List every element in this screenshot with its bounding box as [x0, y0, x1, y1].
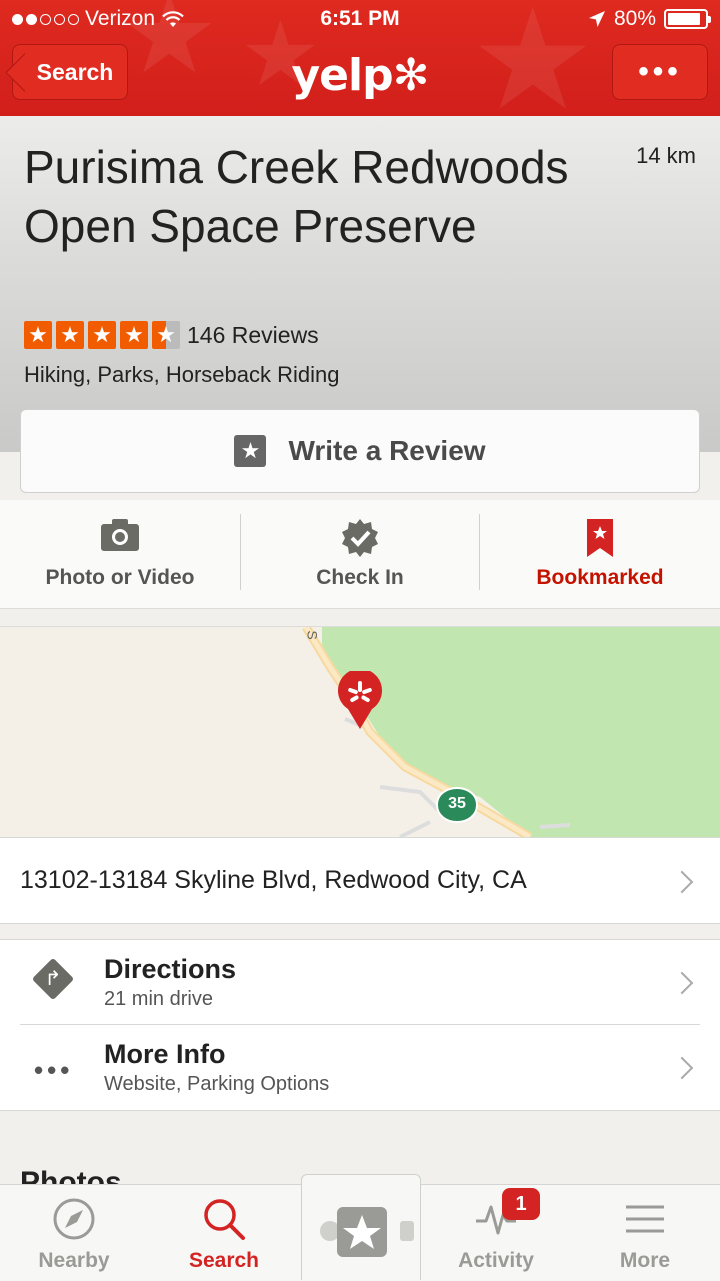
- address-row[interactable]: 13102-13184 Skyline Blvd, Redwood City, …: [0, 837, 720, 924]
- location-arrow-icon: [588, 11, 605, 27]
- logo-text: yelp: [291, 50, 394, 101]
- route-number: 35: [448, 795, 466, 812]
- top-bar: ★ ★ ★ Verizon 6:51 PM 80% Search yelp✻ •…: [0, 0, 720, 116]
- chevron-right-icon: [670, 870, 694, 894]
- map-pin-icon[interactable]: [336, 671, 384, 731]
- tab-more-label: More: [619, 1249, 671, 1272]
- star-icon: ★: [234, 435, 267, 467]
- directions-subtitle: 21 min drive: [104, 988, 213, 1010]
- tab-search[interactable]: Search: [152, 1185, 296, 1281]
- star-rating: ★ ★ ★ ★ ★: [24, 321, 180, 349]
- status-right: 80%: [588, 7, 711, 31]
- search-icon: [204, 1199, 245, 1240]
- yelp-burst-icon: ✻: [392, 50, 430, 101]
- menu-icon: [626, 1205, 664, 1233]
- check-in-label: Check In: [316, 566, 404, 589]
- directions-title: Directions: [104, 954, 237, 984]
- directions-row[interactable]: ↱ Directions 21 min drive: [0, 940, 720, 1025]
- bookmark-button[interactable]: Bookmarked: [480, 500, 720, 608]
- tab-nearby-label: Nearby: [38, 1249, 110, 1272]
- business-name: Purisima Creek Redwoods Open Space Prese…: [24, 141, 569, 252]
- activity-badge: 1: [502, 1188, 540, 1220]
- categories: Hiking, Parks, Horseback Riding: [24, 362, 340, 387]
- tab-activity[interactable]: Activity: [424, 1185, 568, 1281]
- more-dots-icon: •••: [34, 1055, 74, 1085]
- more-info-subtitle: Website, Parking Options: [104, 1073, 330, 1095]
- compass-icon: [53, 1198, 95, 1240]
- route-shield-icon: 35: [435, 786, 479, 824]
- distance: 14 km: [636, 143, 696, 168]
- tab-nearby[interactable]: Nearby: [2, 1185, 146, 1281]
- review-count[interactable]: 146 Reviews: [187, 322, 319, 349]
- chevron-right-icon: [670, 1056, 694, 1080]
- info-section: ↱ Directions 21 min drive ••• More Info …: [0, 939, 720, 1111]
- star-icon: ★: [56, 321, 84, 349]
- bookmark-icon: [587, 519, 613, 557]
- star-icon: ★: [88, 321, 116, 349]
- more-options-label: •••: [638, 55, 682, 88]
- more-options-button[interactable]: •••: [612, 44, 708, 100]
- check-badge-icon: [342, 519, 378, 557]
- road-label: S: [304, 630, 321, 640]
- bookmark-label: Bookmarked: [536, 566, 664, 589]
- action-row: Photo or Video Check In Bookmarked: [0, 500, 720, 609]
- photo-video-button[interactable]: Photo or Video: [0, 500, 240, 608]
- star-icon: ★: [24, 321, 52, 349]
- map-graphic: [0, 627, 720, 837]
- battery-percent: 80%: [613, 7, 656, 30]
- more-info-title: More Info: [104, 1039, 226, 1069]
- check-in-button[interactable]: Check In: [240, 500, 480, 608]
- photo-video-label: Photo or Video: [45, 566, 195, 589]
- add-review-icon: [320, 1207, 414, 1257]
- address-text: 13102-13184 Skyline Blvd, Redwood City, …: [20, 866, 527, 894]
- battery-icon: [664, 9, 711, 29]
- tab-more[interactable]: More: [573, 1185, 717, 1281]
- write-review-button[interactable]: ★ Write a Review: [20, 409, 700, 493]
- status-bar: Verizon 6:51 PM 80%: [0, 0, 720, 40]
- write-review-label: Write a Review: [288, 435, 486, 466]
- turn-arrow-icon: ↱: [44, 968, 62, 990]
- half-star-icon: ★: [152, 321, 180, 349]
- tab-search-label: Search: [188, 1249, 260, 1272]
- location-map[interactable]: S 35: [0, 626, 720, 837]
- star-icon: ★: [120, 321, 148, 349]
- tab-activity-label: Activity: [458, 1249, 534, 1272]
- chevron-right-icon: [670, 971, 694, 995]
- more-info-row[interactable]: ••• More Info Website, Parking Options: [0, 1025, 720, 1110]
- camera-icon: [101, 519, 139, 551]
- tab-add-review[interactable]: [301, 1174, 421, 1280]
